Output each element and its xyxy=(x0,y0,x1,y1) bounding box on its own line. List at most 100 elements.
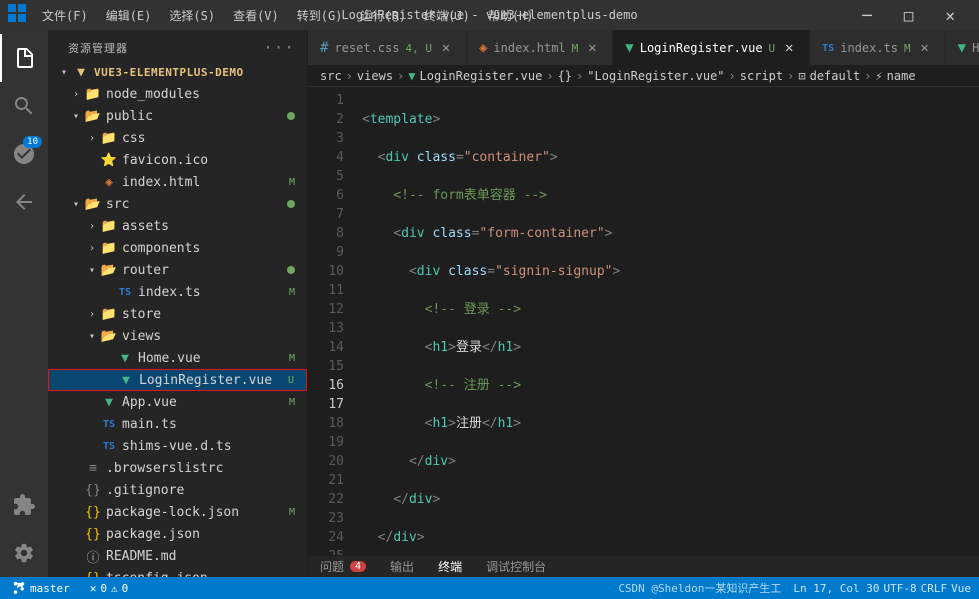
branch-segment[interactable]: master xyxy=(8,581,74,595)
warning-icon: ⚠ xyxy=(111,582,118,595)
md-icon: ⓘ xyxy=(84,547,102,566)
code-content[interactable]: <template> <div class="container"> <!-- … xyxy=(358,87,979,555)
warning-count: 0 xyxy=(122,582,129,595)
sidebar-item-index-html[interactable]: ◈ index.html M xyxy=(48,171,307,193)
tab-close-button[interactable]: ✕ xyxy=(917,40,933,56)
menu-edit[interactable]: 编辑(E) xyxy=(98,3,160,28)
tab-problems[interactable]: 问题 4 xyxy=(308,556,378,578)
sidebar-item-label: README.md xyxy=(106,549,299,564)
sidebar-item-browserslistrc[interactable]: ≡ .browserslistrc xyxy=(48,457,307,479)
sidebar-item-assets[interactable]: 📁 assets xyxy=(48,215,307,237)
tab-reset-css[interactable]: # reset.css 4, U ✕ xyxy=(308,30,467,65)
sidebar-item-gitignore[interactable]: {} .gitignore xyxy=(48,479,307,501)
ts-icon: TS xyxy=(116,287,134,298)
line-numbers: 1 2 3 4 5 6 7 8 9 10 11 12 13 14 15 16 1… xyxy=(308,87,358,555)
sidebar-item-root[interactable]: ▼ VUE3-ELEMENTPLUS-DEMO xyxy=(48,61,307,83)
extensions-icon[interactable] xyxy=(0,481,48,529)
code-line: <!-- 注册 --> xyxy=(362,376,979,395)
line-number: 3 xyxy=(308,129,344,148)
tab-close-button[interactable]: ✕ xyxy=(438,40,454,56)
sidebar-item-label: .gitignore xyxy=(106,483,299,498)
sidebar-item-public[interactable]: 📂 public xyxy=(48,105,307,127)
menu-file[interactable]: 文件(F) xyxy=(34,3,96,28)
sidebar-item-src[interactable]: 📂 src xyxy=(48,193,307,215)
sidebar-item-label: shims-vue.d.ts xyxy=(122,439,299,454)
chevron-icon xyxy=(84,331,100,342)
settings-icon[interactable] xyxy=(0,529,48,577)
sidebar-item-components[interactable]: 📁 components xyxy=(48,237,307,259)
tab-close-button[interactable]: ✕ xyxy=(584,40,600,56)
sidebar-item-label: public xyxy=(106,109,287,124)
vue-icon: ▼ xyxy=(625,40,633,56)
close-button[interactable]: ✕ xyxy=(929,2,971,29)
code-line: <div class="signin-signup"> xyxy=(362,262,979,281)
ico-icon: ⭐ xyxy=(100,153,118,168)
sidebar-item-label: package-lock.json xyxy=(106,505,289,520)
sidebar-item-router[interactable]: 📂 router xyxy=(48,259,307,281)
sidebar-item-router-index[interactable]: TS index.ts M xyxy=(48,281,307,303)
sidebar-more-button[interactable]: ··· xyxy=(263,38,295,57)
bc-sep: › xyxy=(729,69,736,83)
sidebar-item-css[interactable]: 📁 css xyxy=(48,127,307,149)
branch-name: master xyxy=(30,582,70,595)
tab-label: 问题 xyxy=(320,558,344,575)
tab-label: Home.vue xyxy=(972,41,979,55)
line-number: 16 xyxy=(308,376,344,395)
sidebar-item-package-lock[interactable]: {} package-lock.json M xyxy=(48,501,307,523)
menu-select[interactable]: 选择(S) xyxy=(161,3,223,28)
sidebar-item-readme[interactable]: ⓘ README.md xyxy=(48,545,307,567)
chevron-icon xyxy=(56,67,72,78)
code-editor[interactable]: 1 2 3 4 5 6 7 8 9 10 11 12 13 14 15 16 1… xyxy=(308,87,979,555)
sidebar-item-views[interactable]: 📂 views xyxy=(48,325,307,347)
modified-indicator: U xyxy=(288,375,298,386)
debug-icon[interactable] xyxy=(0,178,48,226)
tab-mod: 4, U xyxy=(405,42,432,55)
modified-dot xyxy=(287,266,295,274)
tab-loginregister-vue[interactable]: ▼ LoginRegister.vue U ✕ xyxy=(613,30,810,65)
json-icon: {} xyxy=(84,527,102,542)
sidebar-item-loginregister-vue[interactable]: ▼ LoginRegister.vue U xyxy=(48,369,307,391)
bc-item-src: src xyxy=(320,69,342,83)
sidebar-item-label: favicon.ico xyxy=(122,153,299,168)
files-icon[interactable] xyxy=(0,34,48,82)
sidebar-item-tsconfig[interactable]: {} tsconfig.json xyxy=(48,567,307,577)
line-number: 23 xyxy=(308,509,344,528)
bc-item-views: views xyxy=(357,69,393,83)
sidebar-item-store[interactable]: 📁 store xyxy=(48,303,307,325)
minimize-button[interactable]: ─ xyxy=(846,2,888,29)
tab-terminal[interactable]: 终端 xyxy=(426,556,474,578)
sidebar-item-home-vue[interactable]: ▼ Home.vue M xyxy=(48,347,307,369)
line-number: 25 xyxy=(308,547,344,555)
sidebar-item-label: node_modules xyxy=(106,87,299,102)
menu-view[interactable]: 查看(V) xyxy=(225,3,287,28)
language-mode[interactable]: Vue xyxy=(951,582,971,595)
tab-index-ts[interactable]: TS index.ts M ✕ xyxy=(810,30,945,65)
sidebar-item-shims-vue[interactable]: TS shims-vue.d.ts xyxy=(48,435,307,457)
file-tree: ▼ VUE3-ELEMENTPLUS-DEMO 📁 node_modules 📂… xyxy=(48,61,307,577)
tab-home-vue[interactable]: ▼ Home.vue ✕ xyxy=(946,30,979,65)
errors-segment[interactable]: ✕ 0 ⚠ 0 xyxy=(86,582,133,595)
modified-indicator: M xyxy=(289,397,299,408)
sidebar-item-main-ts[interactable]: TS main.ts xyxy=(48,413,307,435)
sidebar-item-favicon[interactable]: ⭐ favicon.ico xyxy=(48,149,307,171)
source-control-icon[interactable]: 10 xyxy=(0,130,48,178)
search-icon[interactable] xyxy=(0,82,48,130)
tab-debug-console[interactable]: 调试控制台 xyxy=(474,556,558,578)
sidebar-item-node-modules[interactable]: 📁 node_modules xyxy=(48,83,307,105)
problems-badge: 4 xyxy=(350,561,366,572)
tab-index-html[interactable]: ◈ index.html M ✕ xyxy=(467,30,613,65)
tab-output[interactable]: 输出 xyxy=(378,556,426,578)
sidebar-item-app-vue[interactable]: ▼ App.vue M xyxy=(48,391,307,413)
tab-bar: # reset.css 4, U ✕ ◈ index.html M ✕ ▼ Lo… xyxy=(308,30,979,65)
maximize-button[interactable]: □ xyxy=(888,2,930,29)
sidebar-header: 资源管理器 ··· xyxy=(48,30,307,61)
sidebar-item-label: LoginRegister.vue xyxy=(139,373,288,388)
sidebar-item-package-json[interactable]: {} package.json xyxy=(48,523,307,545)
tab-close-button[interactable]: ✕ xyxy=(781,40,797,56)
line-number: 5 xyxy=(308,167,344,186)
watermark-text: CSDN @Sheldon一某知识产生工 xyxy=(618,580,781,596)
sidebar-item-label: VUE3-ELEMENTPLUS-DEMO xyxy=(94,66,299,79)
bc-item-link: ⚡ xyxy=(875,69,882,83)
ts-icon: TS xyxy=(822,43,834,54)
html-icon: ◈ xyxy=(100,175,118,190)
